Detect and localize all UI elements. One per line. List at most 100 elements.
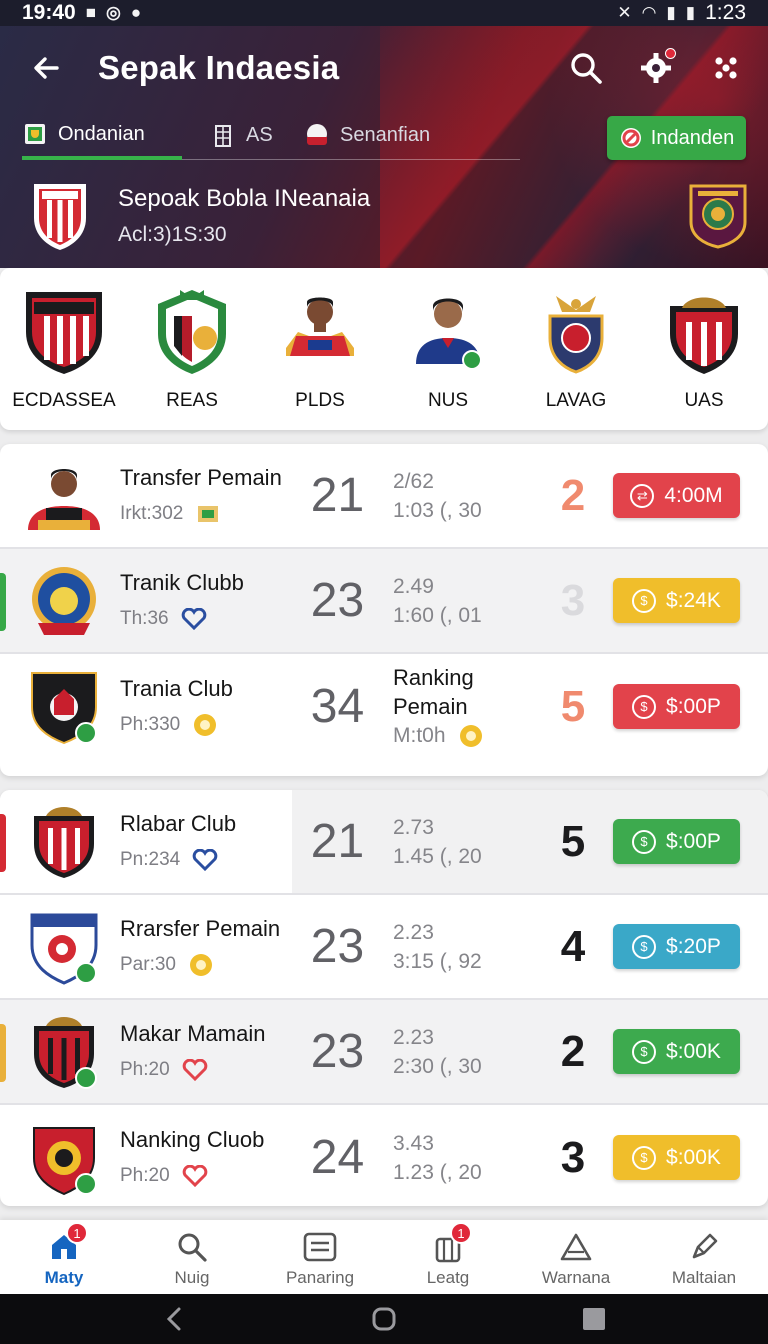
row-stat-primary: Ranking Pemain bbox=[393, 665, 474, 719]
more-button[interactable] bbox=[706, 48, 746, 88]
list-row[interactable]: Trania Club Ph:330 34 Ranking Pemain M:t… bbox=[0, 654, 768, 759]
heart-icon bbox=[192, 847, 218, 873]
price-button[interactable]: $ $:00K bbox=[613, 1135, 740, 1180]
club-item[interactable]: NUS bbox=[384, 268, 512, 430]
system-recents-button[interactable] bbox=[574, 1299, 614, 1339]
row-stat-primary: 2.23 bbox=[393, 920, 434, 944]
list-row[interactable]: Makar Mamain Ph:20 23 2.23 2:30 (, 30 2 … bbox=[0, 1000, 768, 1105]
club-name: ECDASSEA bbox=[12, 390, 116, 411]
row-stat-secondary: 1.45 (, 20 bbox=[393, 844, 482, 868]
system-back-button[interactable] bbox=[154, 1299, 194, 1339]
club-item[interactable]: UAS bbox=[640, 268, 768, 430]
club-crest-icon bbox=[32, 566, 96, 635]
row-stat-primary: 2.49 bbox=[393, 574, 434, 598]
ball-icon bbox=[459, 724, 482, 747]
price-label: $:00P bbox=[666, 694, 721, 718]
row-stat-primary: 2.23 bbox=[393, 1025, 434, 1049]
federation-badge-icon bbox=[689, 184, 747, 249]
row-meta: Th:36 bbox=[120, 607, 169, 629]
coin-icon: $ bbox=[632, 1145, 657, 1170]
row-score: 24 bbox=[310, 1131, 365, 1184]
club-crest-icon bbox=[34, 1016, 97, 1089]
list-row[interactable]: Rrarsfer Pemain Par:30 23 2.23 3:15 (, 9… bbox=[0, 895, 768, 1000]
heart-icon bbox=[182, 1163, 208, 1189]
tab-as[interactable]: AS bbox=[210, 114, 298, 156]
row-stat-secondary: 1:60 (, 01 bbox=[393, 603, 482, 627]
price-button[interactable]: $ $:00P bbox=[613, 819, 740, 864]
nav-label: Panaring bbox=[285, 1268, 355, 1287]
nav-leatg[interactable]: 1 Leatg bbox=[384, 1220, 512, 1294]
ball-icon bbox=[192, 712, 218, 738]
nav-maltaian[interactable]: Maltaian bbox=[640, 1220, 768, 1294]
nav-badge: 1 bbox=[66, 1222, 88, 1244]
club-item[interactable]: REAS bbox=[128, 268, 256, 430]
tab-label: Ondanian bbox=[58, 122, 145, 145]
row-indicator bbox=[0, 1024, 6, 1082]
back-button[interactable] bbox=[22, 44, 70, 92]
club-item[interactable]: LAVAG bbox=[512, 268, 640, 430]
nav-label: Leatg bbox=[426, 1268, 470, 1287]
price-label: $:24K bbox=[666, 588, 721, 612]
system-navigation-bar bbox=[0, 1294, 768, 1344]
dragon-crest-icon bbox=[158, 290, 226, 374]
settings-notification-dot bbox=[665, 48, 676, 59]
row-meta: Par:30 bbox=[120, 953, 176, 975]
app-header: Sepak Indaesia Ondanian AS Senanfian Ind… bbox=[0, 26, 768, 268]
row-stat-secondary: 1.23 (, 20 bbox=[393, 1160, 482, 1184]
settings-button[interactable] bbox=[636, 48, 676, 88]
nav-nuig[interactable]: Nuig bbox=[128, 1220, 256, 1294]
system-home-button[interactable] bbox=[364, 1299, 404, 1339]
status-time: 19:40 bbox=[22, 1, 76, 24]
nav-label: Maltaian bbox=[671, 1268, 737, 1287]
club-name: UAS bbox=[684, 390, 724, 411]
tab-senanfian[interactable]: Senanfian bbox=[304, 114, 440, 156]
home-circle-icon bbox=[372, 1307, 396, 1331]
match-title: Sepoak Bobla INeanaia bbox=[118, 185, 371, 212]
list-row[interactable]: Transfer Pemain Irkt:302 21 2/62 1:03 (,… bbox=[0, 444, 768, 549]
club-crest-icon bbox=[33, 1126, 97, 1195]
row-stat-secondary: 3:15 (, 92 bbox=[393, 949, 482, 973]
tab-label: Senanfian bbox=[340, 123, 431, 146]
club-name: PLDS bbox=[295, 390, 345, 411]
price-button[interactable]: $ $:00P bbox=[613, 684, 740, 729]
club-item[interactable]: PLDS bbox=[256, 268, 384, 430]
list-icon bbox=[303, 1230, 337, 1264]
price-button[interactable]: $ $:24K bbox=[613, 578, 740, 623]
header-tabs: Ondanian AS Senanfian bbox=[22, 114, 520, 160]
club-name: REAS bbox=[166, 390, 218, 411]
price-label: 4:00M bbox=[664, 483, 723, 507]
row-title: Trania Club bbox=[120, 675, 233, 701]
nav-maty[interactable]: 1 Maty bbox=[0, 1220, 128, 1294]
price-button[interactable]: $ $:00K bbox=[613, 1029, 740, 1074]
tab-ondanian[interactable]: Ondanian bbox=[22, 114, 182, 160]
page-title: Sepak Indaesia bbox=[98, 49, 340, 86]
league-trophy-icon bbox=[22, 121, 48, 147]
club-item[interactable]: ECDASSEA bbox=[0, 268, 128, 430]
coin-icon: $ bbox=[632, 1039, 657, 1064]
price-button[interactable]: $ $:20P bbox=[613, 924, 740, 969]
list-row[interactable]: Rlabar Club Pn:234 21 2.73 1.45 (, 20 5 … bbox=[0, 790, 768, 895]
club-list-card: Rlabar Club Pn:234 21 2.73 1.45 (, 20 5 … bbox=[0, 790, 768, 1206]
club-name: NUS bbox=[427, 390, 469, 411]
nav-warnana[interactable]: Warnana bbox=[512, 1220, 640, 1294]
ball-icon bbox=[188, 952, 214, 978]
price-button[interactable]: ⇄ 4:00M bbox=[613, 473, 740, 518]
row-rank: 2 bbox=[560, 470, 586, 520]
row-meta: Ph:330 bbox=[120, 713, 181, 735]
tower-icon bbox=[210, 122, 236, 148]
list-row[interactable]: Tranik Clubb Th:36 23 2.49 1:60 (, 01 3 … bbox=[0, 549, 768, 654]
row-title: Rlabar Club bbox=[120, 810, 237, 836]
transfer-icon: ⇄ bbox=[630, 483, 655, 508]
search-button[interactable] bbox=[566, 48, 606, 88]
back-arrow-icon bbox=[34, 57, 59, 79]
indanden-button[interactable]: Indanden bbox=[607, 116, 746, 160]
edit-icon bbox=[687, 1230, 721, 1264]
row-stat-secondary: 1:03 (, 30 bbox=[393, 498, 482, 522]
signal-icon: ▮ bbox=[666, 3, 676, 22]
row-score: 21 bbox=[310, 469, 365, 522]
game-icon: ● bbox=[130, 3, 142, 22]
nav-panaring[interactable]: Panaring bbox=[256, 1220, 384, 1294]
club-crest-icon bbox=[31, 671, 97, 744]
list-row[interactable]: Nanking Cluob Ph:20 24 3.43 1.23 (, 20 3… bbox=[0, 1105, 768, 1206]
wifi-icon: ◠ bbox=[641, 3, 657, 22]
